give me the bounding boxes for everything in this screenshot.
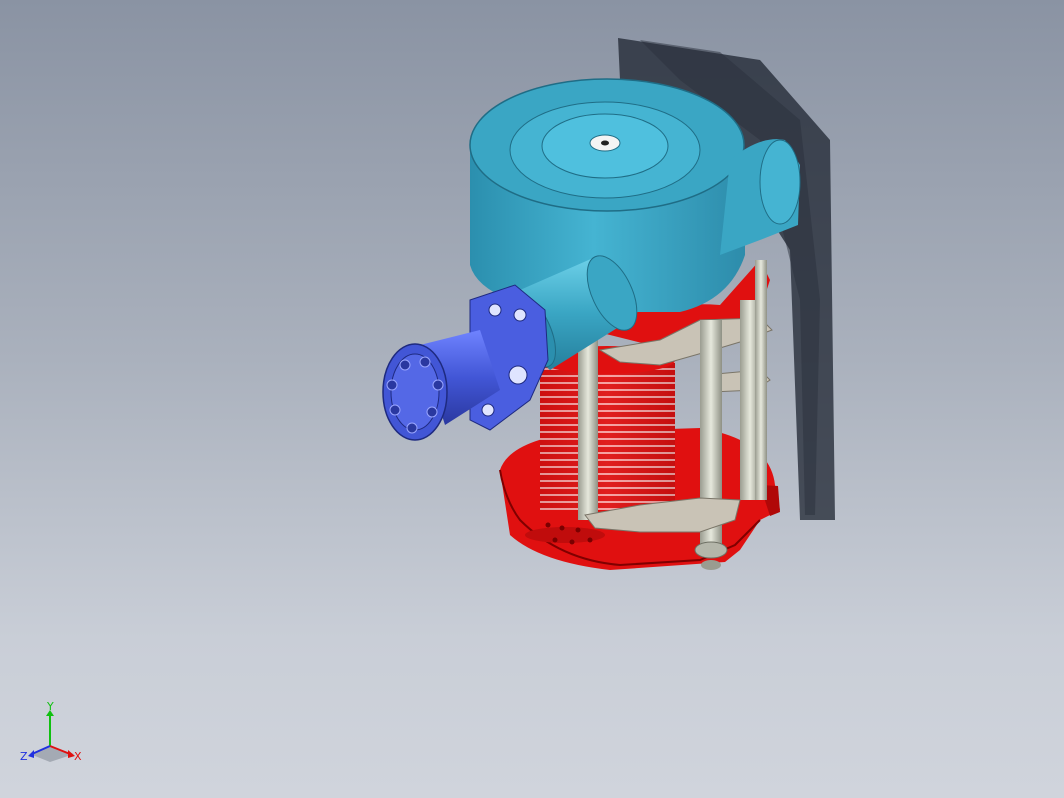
- y-axis-label: Y: [46, 702, 54, 713]
- winch-assembly-model[interactable]: [0, 0, 1064, 798]
- 3d-viewport[interactable]: Y X Z: [0, 0, 1064, 798]
- hydraulic-motor[interactable]: [382, 284, 549, 441]
- z-axis-arrow-icon: [28, 750, 34, 758]
- coordinate-triad: Y X Z: [18, 700, 90, 770]
- z-axis-label: Z: [20, 750, 28, 763]
- cable-drum[interactable]: [539, 346, 675, 510]
- x-axis-label: X: [74, 750, 82, 763]
